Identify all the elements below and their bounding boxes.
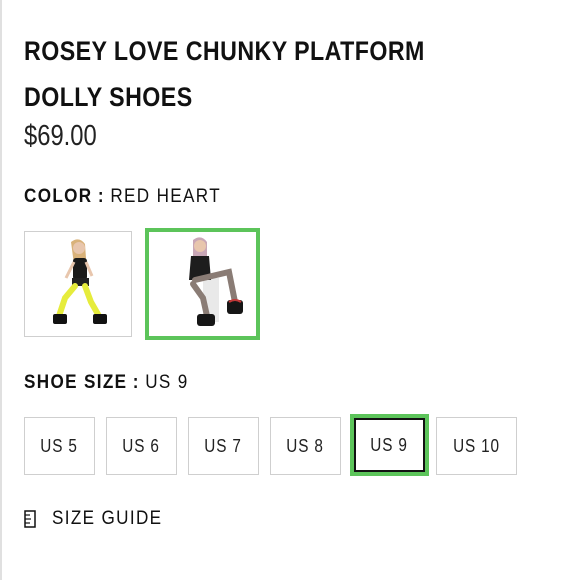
size-guide-label: SIZE GUIDE — [52, 508, 163, 529]
color-label: COLOR — [24, 186, 93, 207]
size-button-label: US 9 — [370, 434, 409, 455]
size-button-us-5[interactable]: US 5 — [24, 417, 95, 475]
size-button-us-10[interactable]: US 10 — [436, 417, 517, 475]
model-yellow-tights-thumbnail — [53, 239, 107, 324]
product-price: $69.00 — [24, 120, 97, 152]
size-button-label: US 8 — [286, 435, 325, 456]
size-button-label: US 5 — [40, 435, 79, 456]
size-guide-link[interactable]: SIZE GUIDE — [24, 508, 175, 530]
color-separator: : — [97, 186, 105, 207]
size-button-label: US 6 — [122, 435, 161, 456]
model-fishnet-tights-thumbnail — [189, 237, 243, 326]
size-button-us-9[interactable]: US 9 — [350, 414, 429, 476]
color-swatch-red-heart[interactable] — [145, 228, 260, 340]
size-button-label: US 10 — [453, 435, 500, 456]
size-option-label: SHOE SIZE: US 9 — [24, 372, 189, 394]
product-title: ROSEY LOVE CHUNKY PLATFORM DOLLY SHOES — [24, 36, 425, 112]
size-button-us-7[interactable]: US 7 — [188, 417, 259, 475]
size-button-label: US 7 — [204, 435, 243, 456]
color-option-label: COLOR: RED HEART — [24, 186, 221, 208]
color-selected-value: RED HEART — [110, 186, 222, 207]
left-divider — [0, 0, 2, 580]
size-button-us-8[interactable]: US 8 — [270, 417, 341, 475]
size-label: SHOE SIZE — [24, 372, 128, 393]
ruler-icon — [24, 510, 36, 528]
size-selected-value: US 9 — [145, 372, 189, 393]
size-separator: : — [132, 372, 140, 393]
size-button-us-6[interactable]: US 6 — [106, 417, 177, 475]
color-swatch-yellow[interactable] — [24, 231, 132, 337]
